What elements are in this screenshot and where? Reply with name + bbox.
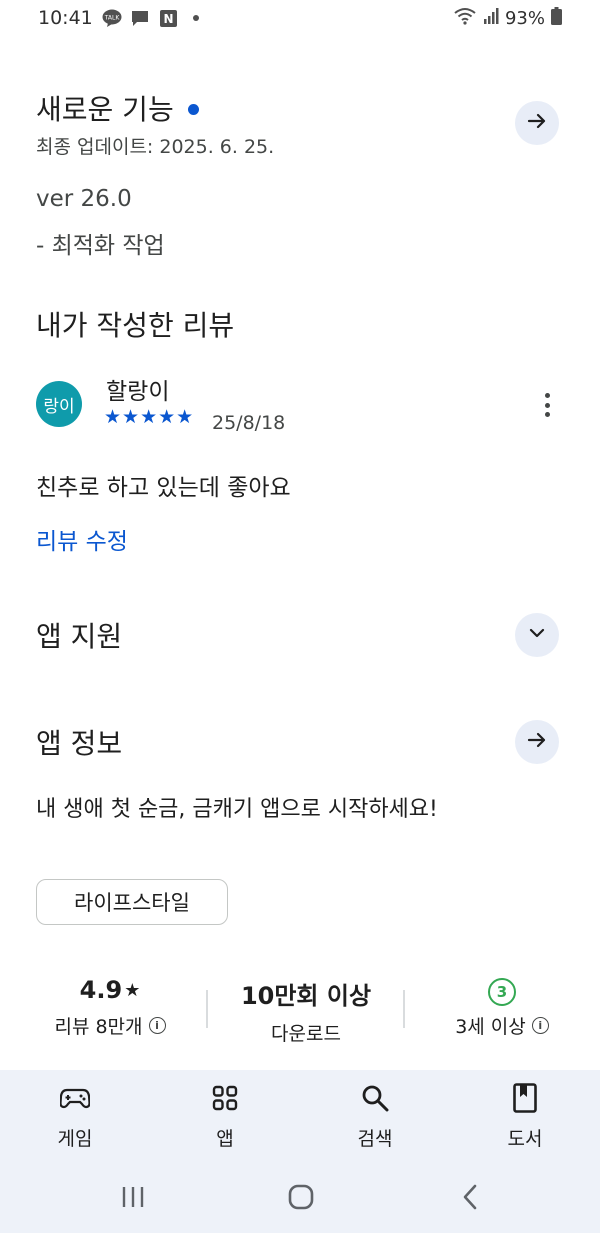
nav-item-apps[interactable]: 앱 [150,1070,300,1163]
naver-icon: N [158,9,178,27]
dot-icon [186,9,206,27]
reviews-count: 리뷰 8만개 [54,1016,143,1038]
system-navigation-bar [0,1163,600,1233]
recent-apps-icon [120,1186,146,1212]
nav-label-search: 검색 [357,1128,393,1150]
star-rating: ★★★★★ [104,406,195,428]
my-review-title: 내가 작성한 리뷰 [36,309,235,342]
gamepad-icon [59,1082,91,1114]
whats-new-title: 새로운 기능 [36,88,199,128]
kakaotalk-icon: TALK [102,9,122,27]
arrow-right-icon [526,729,548,755]
notification-icons: TALK N [102,9,206,27]
downloads-value: 10만회 이상 [240,982,372,1010]
app-support-expand-button[interactable] [515,613,559,657]
battery-icon [551,7,562,30]
whats-new-arrow-button[interactable] [515,101,559,145]
review-date: 25/8/18 [212,412,286,434]
kakao-label: TALK [104,15,121,22]
recent-apps-button[interactable] [113,1185,153,1213]
downloads-label: 다운로드 [271,1023,341,1045]
age-rating-label: 3세 이상 [455,1016,526,1038]
info-icon[interactable]: i [148,1017,166,1034]
back-icon [462,1184,478,1214]
age-rating-badge: 3 [488,978,516,1006]
app-description: 내 생애 첫 순금, 금캐기 앱으로 시작하세요! [36,797,438,822]
rating-value: 4.9 [79,976,123,1004]
nav-label-books: 도서 [507,1128,543,1150]
nav-label-games: 게임 [57,1128,93,1150]
naver-label: N [163,12,173,26]
reviewer-name: 할랑이 [106,379,170,405]
new-indicator-dot [187,103,199,115]
last-updated: 최종 업데이트: 2025. 6. 25. [36,136,275,158]
book-icon [509,1082,541,1114]
status-time: 10:41 [38,7,93,29]
more-vert-icon [544,393,550,398]
status-bar: 10:41 TALK N 93% [0,0,600,38]
rating-stat: 4.9 ★ 리뷰 8만개 i [20,976,200,1039]
nav-label-apps: 앱 [216,1128,234,1150]
age-rating-stat: 3 3세 이상 i [412,978,592,1039]
battery-percent: 93% [504,8,545,29]
chat-icon [130,9,150,27]
version-text: ver 26.0 [36,186,132,212]
more-options-button[interactable] [536,390,558,420]
status-right: 93% [453,7,562,30]
wifi-icon [453,7,477,30]
apps-grid-icon [209,1082,241,1114]
back-button[interactable] [450,1184,490,1214]
info-icon[interactable]: i [531,1017,549,1034]
search-icon [359,1082,391,1114]
edit-review-link[interactable]: 리뷰 수정 [36,522,128,556]
nav-item-search[interactable]: 검색 [300,1070,450,1163]
nav-item-books[interactable]: 도서 [450,1070,600,1163]
update-note: - 최적화 작업 [36,233,165,259]
app-support-title: 앱 지원 [36,620,123,653]
review-text: 친추로 하고 있는데 좋아요 [36,475,291,501]
whats-new-title-text: 새로운 기능 [36,93,174,126]
avatar: 랑이 [36,381,82,427]
signal-icon [483,8,499,29]
stat-divider [403,990,405,1028]
downloads-stat: 10만회 이상 다운로드 [214,976,398,1046]
app-info-title: 앱 정보 [36,727,123,760]
stat-divider [206,990,208,1028]
bottom-navigation: 게임 앱 검색 도서 [0,1070,600,1163]
chevron-down-icon [527,623,547,647]
app-info-arrow-button[interactable] [515,720,559,764]
rating-star-icon: ★ [124,979,141,1001]
home-button[interactable] [281,1184,321,1214]
arrow-right-icon [526,110,548,136]
home-icon [288,1184,314,1214]
category-chip[interactable]: 라이프스타일 [36,879,228,925]
nav-item-games[interactable]: 게임 [0,1070,150,1163]
